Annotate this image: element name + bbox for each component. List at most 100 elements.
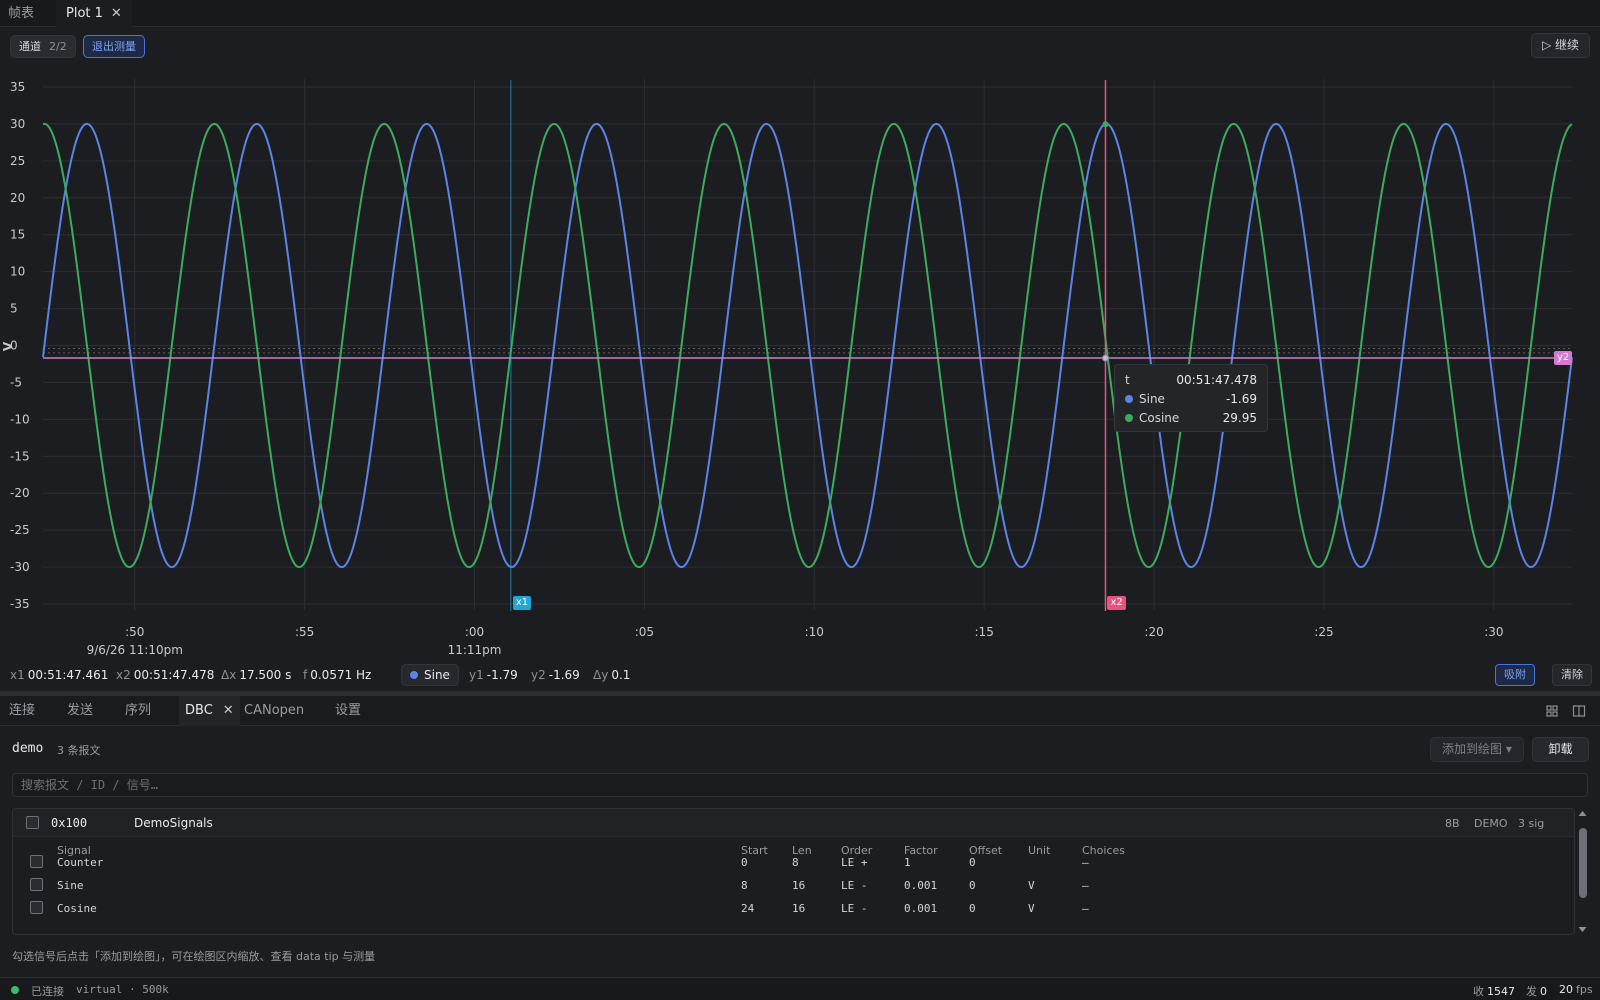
y-tick-label: -10 — [10, 412, 30, 426]
signal-unit: V — [1028, 879, 1035, 892]
tab-send[interactable]: 发送 — [67, 696, 93, 726]
measure-dy: Δy 0.1 — [593, 668, 631, 682]
signal-name: Sine — [57, 879, 84, 892]
series-color-dot — [1125, 413, 1133, 422]
signal-offset: 0 — [969, 902, 976, 915]
y-tick-label: -35 — [10, 597, 30, 611]
signal-start: 0 — [741, 856, 748, 869]
plot-toolbar: 通道 2/2 退出测量 ▷ 继续 — [0, 27, 1600, 65]
x-axis-ticks: :50 9/6/26 11:10pm:55:00 11:11pm:05:10:15:… — [87, 625, 1504, 657]
signal-len: 16 — [792, 902, 806, 915]
x-tick-label: :55 — [295, 625, 314, 639]
interface-info: virtual · 500k — [76, 983, 169, 996]
data-tip-row: Sine -1.69 — [1125, 390, 1257, 409]
dbc-message-count: 3 条报文 — [57, 744, 101, 757]
signal-checkbox[interactable] — [30, 855, 43, 868]
data-tip-time-value: 00:51:47.478 — [1176, 373, 1257, 387]
measure-x2: x2 00:51:47.478 — [116, 668, 215, 682]
measure-dx: Δx 17.500 s — [221, 668, 292, 682]
clear-button[interactable]: 清除 — [1552, 664, 1592, 686]
snap-toggle[interactable]: 吸附 — [1495, 664, 1535, 686]
unload-button[interactable]: 卸载 — [1532, 737, 1589, 762]
y-tick-label: -5 — [10, 375, 22, 389]
signal-choices: — — [1082, 856, 1089, 869]
cursor-x1-handle[interactable]: x1 — [512, 596, 532, 610]
data-tip-series-name: Cosine — [1139, 411, 1180, 425]
signal-factor: 0.001 — [904, 879, 938, 892]
x-tick-label: :20 — [1144, 625, 1163, 639]
column-header-unit: Unit — [1028, 844, 1051, 857]
tab-canopen[interactable]: CANopen — [244, 696, 304, 726]
dbc-file-name: demo — [12, 741, 44, 756]
dbc-message-list: 0x100 DemoSignals 8B DEMO 3 sig Signal S… — [12, 808, 1575, 935]
measure-signal-select[interactable]: Sine — [401, 664, 459, 686]
tab-plot-1[interactable]: Plot 1 ✕ — [56, 0, 132, 27]
signal-checkbox[interactable] — [30, 901, 43, 914]
y-tick-label: 20 — [10, 191, 25, 205]
tab-label: Plot 1 — [66, 6, 103, 21]
channel-count: 2/2 — [49, 40, 67, 53]
data-tip: t 00:51:47.478 Sine -1.69 Cosine 29.95 — [1114, 364, 1268, 432]
signal-unit: V — [1028, 902, 1035, 915]
signal-name: Cosine — [57, 902, 97, 915]
signal-order: LE + — [841, 856, 868, 869]
cursor-y2-handle[interactable]: y2 — [1554, 350, 1573, 365]
y-tick-label: -20 — [10, 486, 30, 500]
tab-frame-table[interactable]: 帧表 — [8, 0, 34, 27]
signal-start: 8 — [741, 879, 748, 892]
signal-checkbox[interactable] — [30, 878, 43, 891]
x-tick-date-label: 11:11pm — [448, 643, 502, 657]
message-node: DEMO — [1474, 817, 1508, 830]
scroll-down-icon[interactable] — [1577, 925, 1588, 935]
measurement-bar: x1 00:51:47.461 x2 00:51:47.478 Δx 17.500 s… — [0, 662, 1600, 688]
data-tip-row: Cosine 29.95 — [1125, 409, 1257, 428]
y-tick-label: -15 — [10, 449, 30, 463]
close-icon[interactable]: ✕ — [111, 6, 122, 21]
rx-count: 收 1547 — [1473, 985, 1515, 998]
data-tip-marker — [1102, 121, 1109, 128]
exit-measure-button[interactable]: 退出测量 — [83, 35, 145, 58]
series-color-dot — [410, 671, 418, 679]
connection-status: 已连接 — [31, 985, 64, 998]
split-view-icon[interactable] — [1572, 704, 1586, 718]
signal-order: LE - — [841, 902, 868, 915]
y-axis-label: V — [1, 341, 15, 351]
channel-button[interactable]: 通道 2/2 — [10, 35, 76, 58]
continue-button[interactable]: ▷ 继续 — [1530, 33, 1590, 58]
signal-plot[interactable]: 35302520151050-5-10-15-20-25-30-35 :509/… — [0, 70, 1600, 662]
measure-y2: y2 -1.69 — [531, 668, 580, 682]
data-tip-series-value: -1.69 — [1225, 392, 1257, 406]
close-icon[interactable]: ✕ — [223, 703, 234, 718]
signal-name: Counter — [57, 856, 104, 869]
message-row[interactable]: 0x100 DemoSignals 8B DEMO 3 sig — [13, 809, 1574, 837]
tab-sequence[interactable]: 序列 — [125, 696, 151, 726]
dbc-search-input[interactable] — [12, 773, 1588, 797]
scroll-up-icon[interactable] — [1577, 808, 1588, 818]
scrollbar-thumb[interactable] — [1579, 828, 1587, 898]
y-tick-label: -30 — [10, 560, 30, 574]
tab-connection[interactable]: 连接 — [9, 696, 35, 726]
x-tick-label: :00 — [465, 625, 484, 639]
cursor-x2-handle[interactable]: x2 — [1107, 596, 1126, 610]
y-tick-label: 5 — [10, 302, 18, 316]
signal-factor: 1 — [904, 856, 911, 869]
data-tip-series-value: 29.95 — [1222, 411, 1257, 425]
x-tick-label: :50 — [125, 625, 144, 639]
signal-offset: 0 — [969, 856, 976, 869]
message-list-scrollbar[interactable] — [1577, 808, 1588, 935]
measure-y1: y1 -1.79 — [469, 668, 518, 682]
tab-settings[interactable]: 设置 — [335, 696, 361, 726]
data-tip-time-label: t — [1125, 373, 1130, 387]
tab-label: 帧表 — [8, 6, 35, 21]
x-tick-label: :15 — [975, 625, 994, 639]
add-to-plot-button[interactable]: 添加到绘图 ▾ — [1430, 737, 1524, 762]
grid-layout-icon[interactable] — [1545, 704, 1559, 718]
x-tick-label: :05 — [635, 625, 654, 639]
message-checkbox[interactable] — [26, 816, 39, 829]
y-tick-label: 10 — [10, 265, 25, 279]
tab-dbc[interactable]: DBC ✕ — [179, 696, 240, 726]
tx-count: 发0 — [1526, 985, 1547, 998]
x-tick-label: :30 — [1484, 625, 1503, 639]
y-tick-label: 15 — [10, 228, 25, 242]
y-tick-label: -25 — [10, 523, 30, 537]
